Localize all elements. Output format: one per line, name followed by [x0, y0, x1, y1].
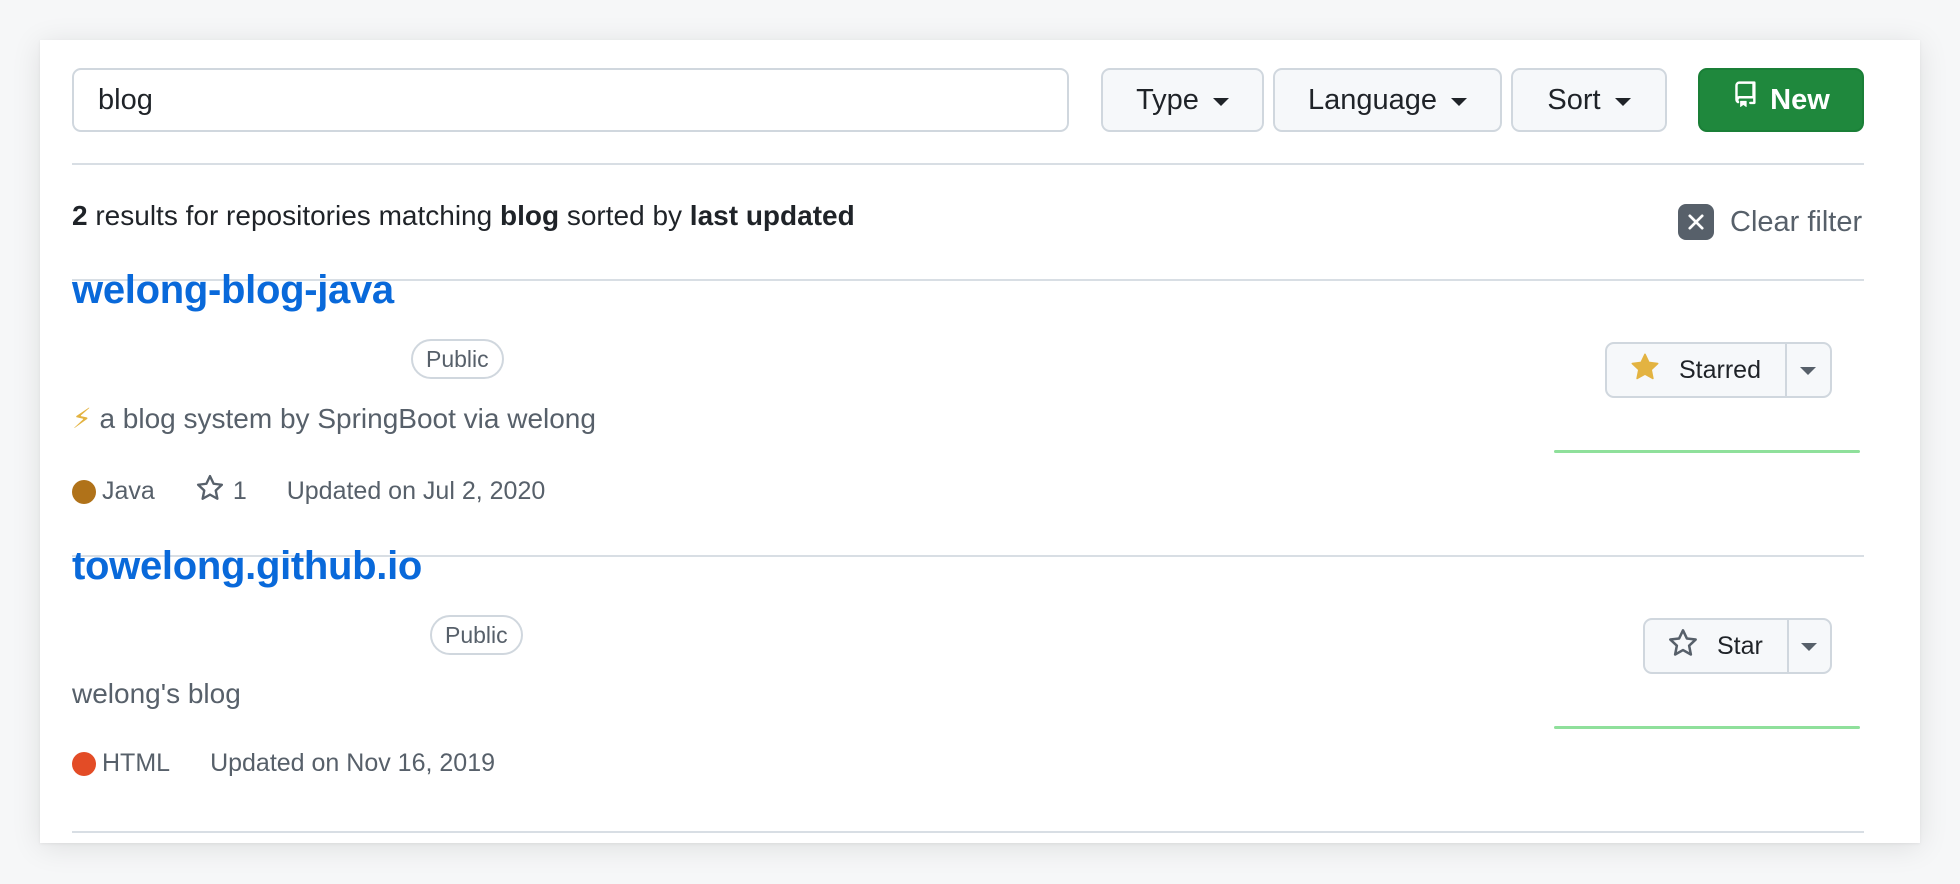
updated-time: Updated on Jul 2, 2020: [286, 477, 546, 505]
language-filter-label: Language: [1307, 83, 1438, 116]
updated-time: Updated on Nov 16, 2019: [210, 749, 495, 777]
activity-sparkline: [1554, 726, 1860, 729]
star-label: Star: [1717, 631, 1763, 660]
repo-description: ⚡ a blog system by SpringBoot via welong: [72, 402, 596, 435]
language-color-dot: [72, 751, 96, 776]
starred-button[interactable]: Starred: [1607, 344, 1787, 396]
visibility-badge: Public: [411, 339, 504, 379]
new-button-label: New: [1770, 83, 1830, 116]
results-text: results for repositories matching: [87, 200, 500, 231]
lightning-emoji: ⚡: [72, 403, 92, 434]
clear-filter-label: Clear filter: [1730, 205, 1863, 238]
type-filter-label: Type: [1136, 83, 1199, 116]
divider: [72, 163, 1864, 165]
repo-name-link[interactable]: towelong.github.io: [72, 544, 422, 589]
type-filter-button[interactable]: Type: [1101, 68, 1264, 132]
repo-stars-link[interactable]: 1: [195, 473, 247, 510]
starred-button-group: Starred: [1605, 342, 1832, 398]
starred-label: Starred: [1679, 355, 1761, 384]
language-color-dot: [72, 479, 96, 504]
repo-description: welong's blog: [72, 678, 241, 709]
activity-sparkline: [1554, 450, 1860, 453]
visibility-badge: Public: [430, 615, 523, 655]
results-sorted-text: sorted by: [559, 200, 690, 231]
chevron-down-icon: [1801, 643, 1818, 651]
repo-language: HTML: [72, 749, 170, 778]
repo-name-link[interactable]: welong-blog-java: [72, 268, 394, 313]
new-repository-button[interactable]: New: [1698, 68, 1864, 132]
stars-count: 1: [232, 477, 247, 505]
language-filter-button[interactable]: Language: [1273, 68, 1502, 132]
chevron-down-icon: [1451, 98, 1468, 106]
star-button-group: Star: [1643, 618, 1832, 674]
repository-list-panel: Type Language Sort New 2 results for rep…: [40, 40, 1920, 843]
divider: [72, 831, 1864, 833]
sort-button[interactable]: Sort: [1511, 68, 1667, 132]
star-lists-dropdown[interactable]: [1789, 620, 1830, 672]
close-icon: [1678, 204, 1714, 240]
repo-filter-toolbar: Type Language Sort New: [72, 68, 1864, 132]
star-button[interactable]: Star: [1645, 620, 1789, 672]
repo-language: Java: [72, 477, 155, 506]
language-label: HTML: [102, 749, 171, 777]
results-count: 2: [72, 200, 88, 231]
chevron-down-icon: [1614, 98, 1631, 106]
results-summary: 2 results for repositories matching blog…: [72, 200, 855, 232]
star-fill-icon: [1629, 351, 1661, 390]
star-icon: [195, 473, 225, 510]
sort-label: Sort: [1547, 83, 1601, 116]
star-icon: [1667, 627, 1699, 666]
language-label: Java: [102, 477, 155, 505]
repo-meta: Java 1 Updated on Jul 2, 2020: [72, 473, 545, 510]
repo-search-input[interactable]: [72, 68, 1069, 132]
repo-description-text: a blog system by SpringBoot via welong: [99, 403, 596, 434]
chevron-down-icon: [1212, 98, 1229, 106]
clear-filter-button[interactable]: Clear filter: [1678, 204, 1862, 240]
results-sort-order: last updated: [689, 200, 855, 231]
star-lists-dropdown[interactable]: [1787, 344, 1830, 396]
results-query: blog: [499, 200, 560, 231]
chevron-down-icon: [1800, 367, 1817, 375]
repo-meta: HTML Updated on Nov 16, 2019: [72, 749, 495, 778]
repo-icon: [1732, 81, 1758, 119]
